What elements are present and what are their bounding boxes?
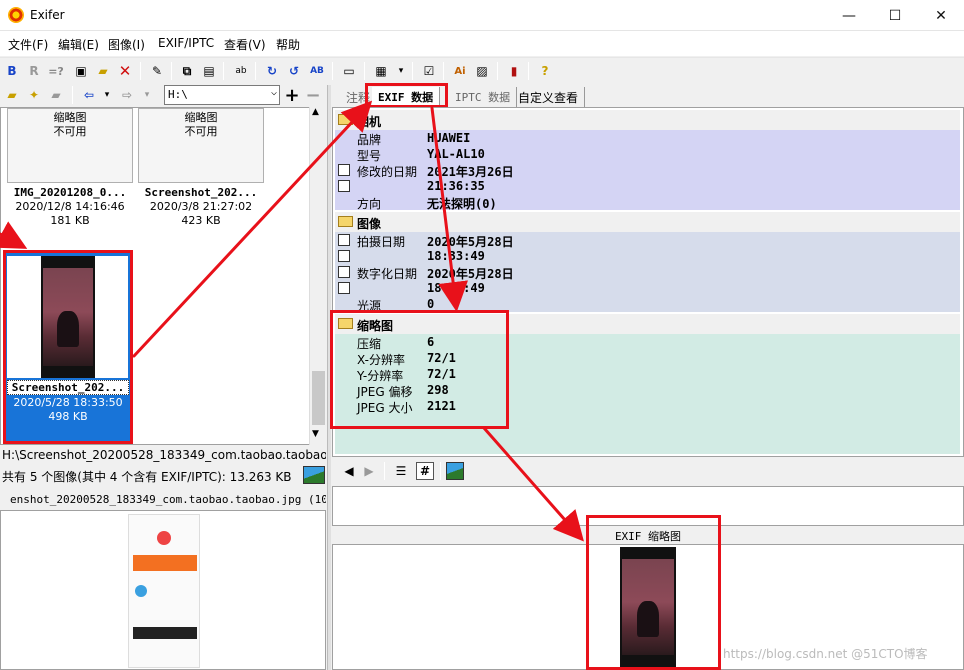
- arrow-to-thumbnail: [0, 221, 28, 249]
- arrow-to-exif-thumbnail: [482, 426, 584, 542]
- annotation-arrows: [0, 100, 584, 542]
- arrow-to-thumbnail-section: [430, 106, 469, 312]
- arrow-to-exif-tab: [132, 100, 373, 358]
